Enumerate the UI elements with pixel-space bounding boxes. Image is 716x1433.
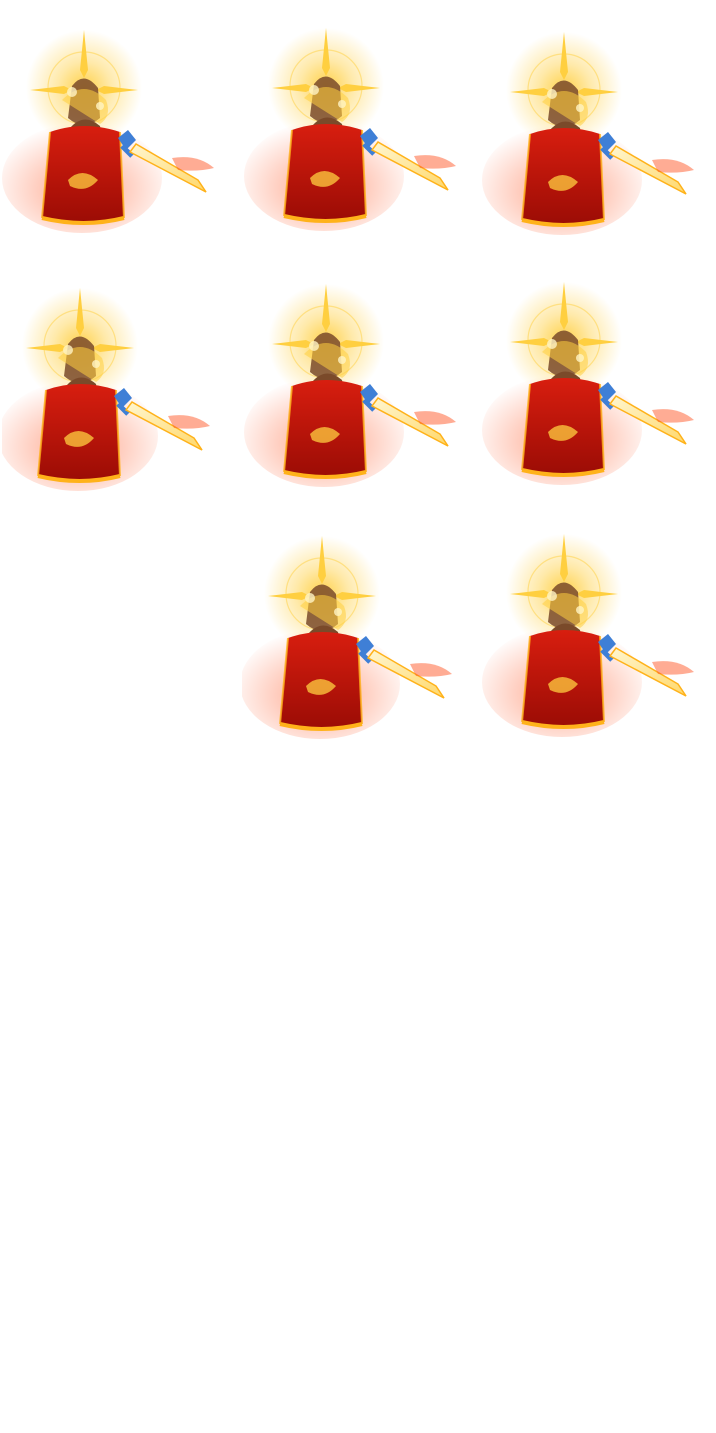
sprite-frame-6 (482, 262, 716, 506)
sprite-frame-7 (242, 512, 478, 756)
sprite-frame-2 (242, 8, 478, 252)
sprite-frame-3 (482, 8, 716, 252)
sprite-frame-1 (2, 8, 238, 252)
sprite-frame-4 (2, 262, 238, 506)
empty-area (0, 760, 716, 1433)
sprite-frame-5 (242, 262, 478, 506)
sprite-frame-8 (482, 512, 716, 756)
sprite-sheet (0, 0, 716, 760)
